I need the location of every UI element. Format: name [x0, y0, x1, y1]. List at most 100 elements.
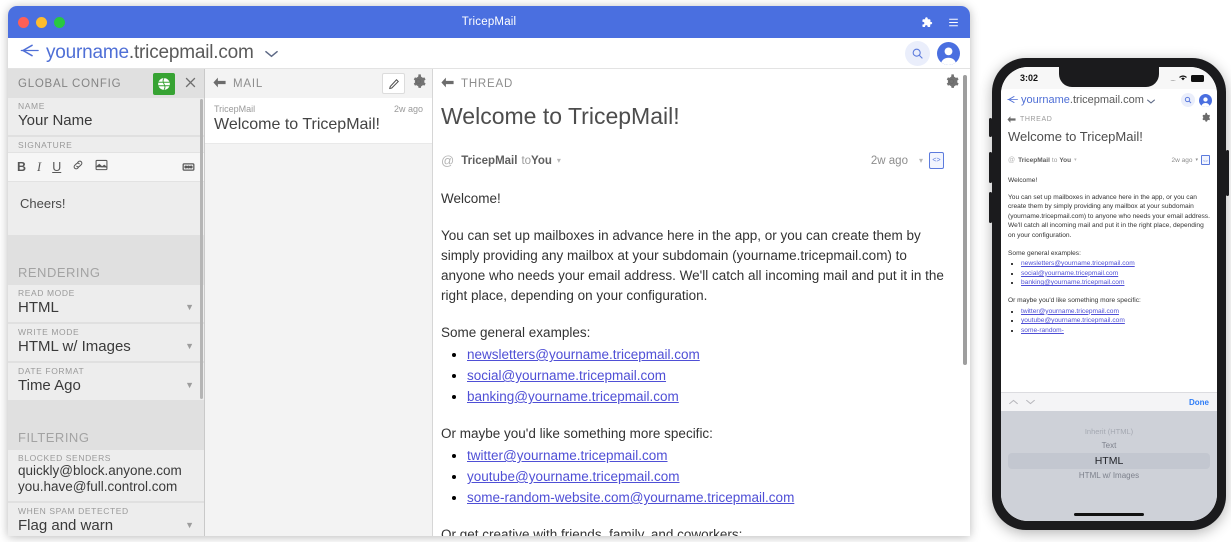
phone-message-body: Welcome! You can set up mailboxes in adv…	[1001, 165, 1217, 335]
underline-button[interactable]: U	[52, 161, 61, 174]
phone-domain-label: yourname.tricepmail.com	[1021, 94, 1144, 106]
chevron-down-icon[interactable]: ▾	[919, 156, 923, 165]
list-item: twitter@yourname.tricepmail.com	[1021, 307, 1210, 317]
picker-option-selected[interactable]: HTML	[1008, 453, 1210, 469]
phone-picker-wheel[interactable]: Inherit (HTML) Text HTML HTML w/ Images	[1001, 411, 1217, 521]
email-link[interactable]: banking@yourname.tricepmail.com	[467, 389, 679, 404]
list-item: youtube@yourname.tricepmail.com	[467, 467, 944, 487]
field-date-format[interactable]: DATE FORMAT Time Ago ▼	[8, 363, 204, 400]
chevron-down-icon[interactable]	[1146, 91, 1155, 109]
main-columns: GLOBAL CONFIG NAME Your Name SIGNATURE B…	[8, 69, 970, 536]
search-icon[interactable]	[1181, 93, 1195, 107]
back-arrow-icon[interactable]	[441, 76, 454, 91]
blocked-sender-1: quickly@block.anyone.com	[18, 463, 182, 478]
zoom-window-button[interactable]	[54, 16, 65, 28]
chevron-down-icon[interactable]: ▾	[1195, 157, 1198, 163]
image-icon[interactable]	[95, 158, 108, 176]
phone-home-indicator	[1074, 512, 1144, 516]
picker-option-3[interactable]: HTML w/ Images	[1001, 469, 1217, 483]
source-code-icon[interactable]: <>	[929, 152, 944, 169]
email-link[interactable]: some-random-	[1021, 327, 1064, 334]
field-read-mode-label: READ MODE	[18, 288, 75, 298]
field-name[interactable]: NAME Your Name	[8, 98, 204, 135]
field-read-mode[interactable]: READ MODE HTML ▼	[8, 285, 204, 322]
phone-message-recipient: You	[1059, 156, 1072, 164]
list-item[interactable]: TricepMail 2w ago Welcome to TricepMail!	[205, 98, 432, 144]
back-arrow-icon[interactable]	[213, 76, 226, 91]
domain-user: yourname	[46, 42, 129, 63]
chevron-down-icon[interactable]: ▾	[1074, 157, 1077, 163]
done-button[interactable]: Done	[1189, 398, 1209, 407]
email-link[interactable]: some-random-website.com@yourname.tricepm…	[467, 490, 794, 505]
globe-icon[interactable]	[153, 72, 175, 95]
field-write-mode-value: HTML w/ Images	[18, 338, 131, 355]
thread-header: THREAD	[433, 69, 970, 98]
body-section3-label: Or get creative with friends, family, an…	[441, 527, 743, 536]
email-link[interactable]: newsletters@yourname.tricepmail.com	[1021, 260, 1135, 267]
gear-icon[interactable]	[410, 73, 427, 95]
account-avatar-icon[interactable]	[1199, 93, 1212, 107]
field-write-mode[interactable]: WRITE MODE HTML w/ Images ▼	[8, 324, 204, 361]
list-item: social@yourname.tricepmail.com	[467, 366, 944, 386]
message-header: @ TricepMail to You ▾ 2w ago ▾ <>	[433, 130, 970, 169]
chevron-down-icon[interactable]: ▼	[185, 380, 194, 394]
mail-item-subject: Welcome to TricepMail!	[214, 116, 380, 133]
hamburger-menu-icon[interactable]	[947, 16, 960, 29]
gear-icon[interactable]	[1200, 110, 1211, 128]
section-spacer	[8, 237, 204, 259]
back-arrow-icon[interactable]	[1007, 110, 1016, 128]
field-blocked-senders[interactable]: BLOCKED SENDERS quickly@block.anyone.com…	[8, 450, 204, 501]
chevron-down-icon[interactable]: ▼	[185, 341, 194, 355]
chevron-down-icon[interactable]: ▾	[557, 156, 561, 165]
phone-domain-rest: .tricepmail.com	[1069, 94, 1144, 106]
link-icon[interactable]	[72, 158, 84, 176]
chevron-down-icon[interactable]	[264, 45, 278, 62]
wifi-icon	[1178, 73, 1188, 83]
more-icon[interactable]	[182, 158, 195, 176]
phone-field-nav	[1009, 397, 1035, 407]
list-item: newsletters@yourname.tricepmail.com	[467, 345, 944, 365]
email-link[interactable]: newsletters@yourname.tricepmail.com	[467, 347, 700, 362]
domain-label: yourname.tricepmail.com	[46, 42, 254, 64]
phone-body-section1-label: Some general examples:	[1008, 249, 1081, 257]
body-intro: You can set up mailboxes in advance here…	[441, 228, 944, 303]
phone-volume-down-button	[989, 192, 992, 223]
body-section1-label: Some general examples:	[441, 325, 591, 340]
status-indicators: ....	[1170, 73, 1204, 83]
italic-button[interactable]: I	[37, 161, 41, 174]
email-link[interactable]: twitter@yourname.tricepmail.com	[1021, 308, 1119, 315]
chevron-down-icon[interactable]: ▼	[185, 520, 194, 534]
gear-icon[interactable]	[943, 73, 960, 95]
email-link[interactable]: twitter@yourname.tricepmail.com	[467, 448, 668, 463]
phone-thread-title: THREAD	[1020, 115, 1053, 123]
field-date-format-value: Time Ago	[18, 377, 81, 394]
chevron-up-icon[interactable]	[1009, 397, 1018, 407]
search-icon[interactable]	[905, 40, 930, 66]
phone-message-to-label: to	[1051, 156, 1058, 164]
email-link[interactable]: social@yourname.tricepmail.com	[467, 368, 666, 383]
list-item: twitter@yourname.tricepmail.com	[467, 446, 944, 466]
chevron-down-icon[interactable]: ▼	[185, 302, 194, 316]
account-avatar-icon[interactable]	[937, 41, 960, 65]
config-scrollbar[interactable]	[200, 99, 203, 399]
picker-option-1[interactable]: Text	[1001, 439, 1217, 453]
close-window-button[interactable]	[18, 16, 29, 28]
blocked-sender-2: you.have@full.control.com	[18, 479, 178, 494]
signature-value[interactable]: Cheers!	[8, 182, 204, 235]
pencil-compose-icon[interactable]	[382, 73, 405, 94]
puzzle-piece-icon[interactable]	[920, 16, 933, 29]
email-link[interactable]: youtube@yourname.tricepmail.com	[1021, 317, 1125, 324]
chevron-down-icon[interactable]	[1026, 397, 1035, 407]
picker-option-0[interactable]: Inherit (HTML)	[1001, 425, 1217, 439]
minimize-window-button[interactable]	[36, 16, 47, 28]
brand-area[interactable]: yourname.tricepmail.com	[20, 42, 278, 64]
field-spam-detected[interactable]: WHEN SPAM DETECTED Flag and warn ▼	[8, 503, 204, 536]
close-icon[interactable]	[183, 75, 198, 93]
message-recipient: You	[531, 154, 552, 167]
email-link[interactable]: youtube@yourname.tricepmail.com	[467, 469, 680, 484]
thread-scrollbar[interactable]	[963, 75, 967, 365]
source-code-icon[interactable]: <>	[1201, 155, 1210, 165]
bold-button[interactable]: B	[17, 161, 26, 174]
email-link[interactable]: banking@yourname.tricepmail.com	[1021, 279, 1124, 286]
email-link[interactable]: social@yourname.tricepmail.com	[1021, 270, 1118, 277]
